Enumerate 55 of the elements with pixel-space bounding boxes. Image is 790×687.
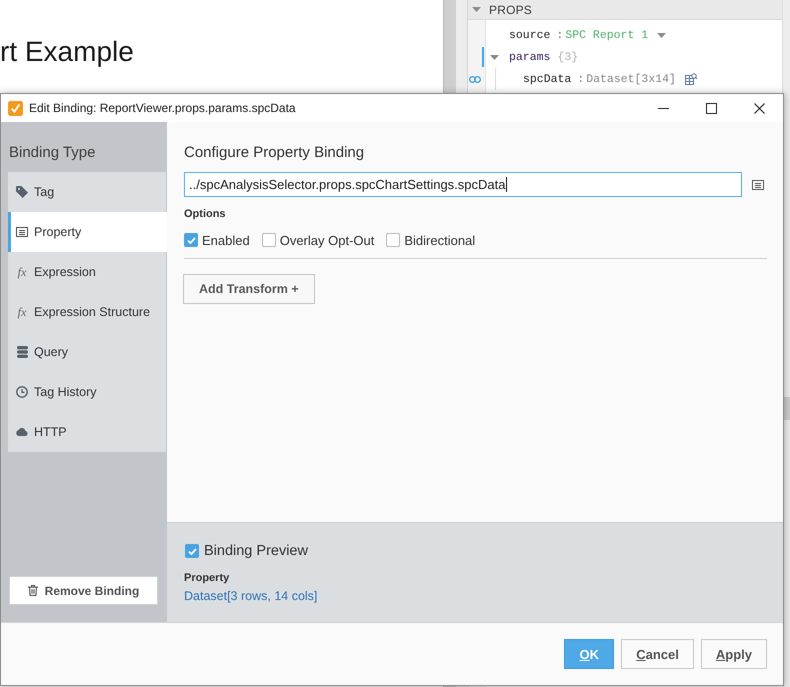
- tick-icon: [186, 236, 196, 244]
- table-icon[interactable]: [684, 73, 697, 85]
- app-logo-icon: [8, 100, 23, 116]
- dialog-button[interactable]: Cancel: [621, 639, 694, 669]
- dialog-button[interactable]: Apply: [700, 639, 767, 669]
- property-value: Dataset[3x14]: [586, 72, 676, 86]
- binding-type-item[interactable]: Query: [8, 332, 166, 372]
- binding-type-item[interactable]: Tag History: [8, 372, 166, 412]
- canvas-title: rt Example: [0, 35, 134, 69]
- close-icon: [754, 102, 764, 114]
- binding-type-item[interactable]: Tag: [8, 172, 166, 212]
- property-path-field[interactable]: ../spcAnalysisSelector.props.spcChartSettings.spcData: [184, 172, 742, 197]
- panel-heading: Configure Property Binding: [184, 143, 364, 163]
- preview-property-label: Property: [184, 571, 230, 585]
- options-label: Options: [184, 207, 226, 221]
- checkbox[interactable]: [262, 233, 276, 247]
- binding-type-item[interactable]: fx Expression Structure: [8, 292, 166, 332]
- checkbox-label[interactable]: Overlay Opt-Out: [280, 232, 374, 248]
- binding-type-item[interactable]: fx Expression: [8, 252, 166, 292]
- property-key: source: [509, 28, 550, 42]
- window-title: Edit Binding: ReportViewer.props.params.spcData: [29, 101, 296, 115]
- checkbox[interactable]: [184, 233, 198, 247]
- checkbox[interactable]: [386, 233, 400, 247]
- dropdown-caret-icon[interactable]: [657, 32, 666, 38]
- property-value: SPC Report 1: [565, 28, 648, 42]
- child-count: {3}: [557, 50, 578, 64]
- binding-type-item[interactable]: Property: [8, 212, 167, 252]
- property-key: params: [509, 50, 550, 64]
- panel-title: PROPS: [489, 2, 532, 16]
- list-icon: [16, 227, 28, 237]
- function-icon: fx: [18, 266, 26, 278]
- checkbox-label[interactable]: Enabled: [202, 232, 250, 248]
- database-icon: [16, 346, 28, 358]
- checkbox-label[interactable]: Bidirectional: [404, 232, 476, 248]
- trash-icon: [28, 585, 38, 596]
- clock-icon: [16, 386, 28, 398]
- remove-binding-button[interactable]: Remove Binding: [9, 576, 158, 605]
- checkbox-label[interactable]: Binding Preview: [204, 543, 308, 559]
- key-value-separator: :: [556, 28, 564, 42]
- link-icon[interactable]: [469, 76, 481, 82]
- expand-caret-icon[interactable]: [472, 7, 481, 12]
- preview-value-link[interactable]: Dataset[3 rows, 14 cols]: [184, 588, 318, 604]
- expand-caret-icon[interactable]: [490, 54, 499, 60]
- list-icon[interactable]: [752, 180, 764, 190]
- checkbox[interactable]: [185, 544, 199, 558]
- sidebar-heading: Binding Type: [9, 143, 96, 163]
- key-value-separator: :: [577, 72, 584, 86]
- maximize-icon: [706, 102, 716, 114]
- property-key: spcData: [523, 72, 572, 86]
- function-icon: fx: [18, 306, 26, 318]
- tick-icon: [188, 548, 196, 554]
- binding-type-item[interactable]: HTTP: [8, 412, 166, 452]
- cloud-icon: [16, 428, 28, 436]
- tag-icon: [16, 186, 28, 198]
- add-transform-button[interactable]: Add Transform +: [183, 274, 315, 304]
